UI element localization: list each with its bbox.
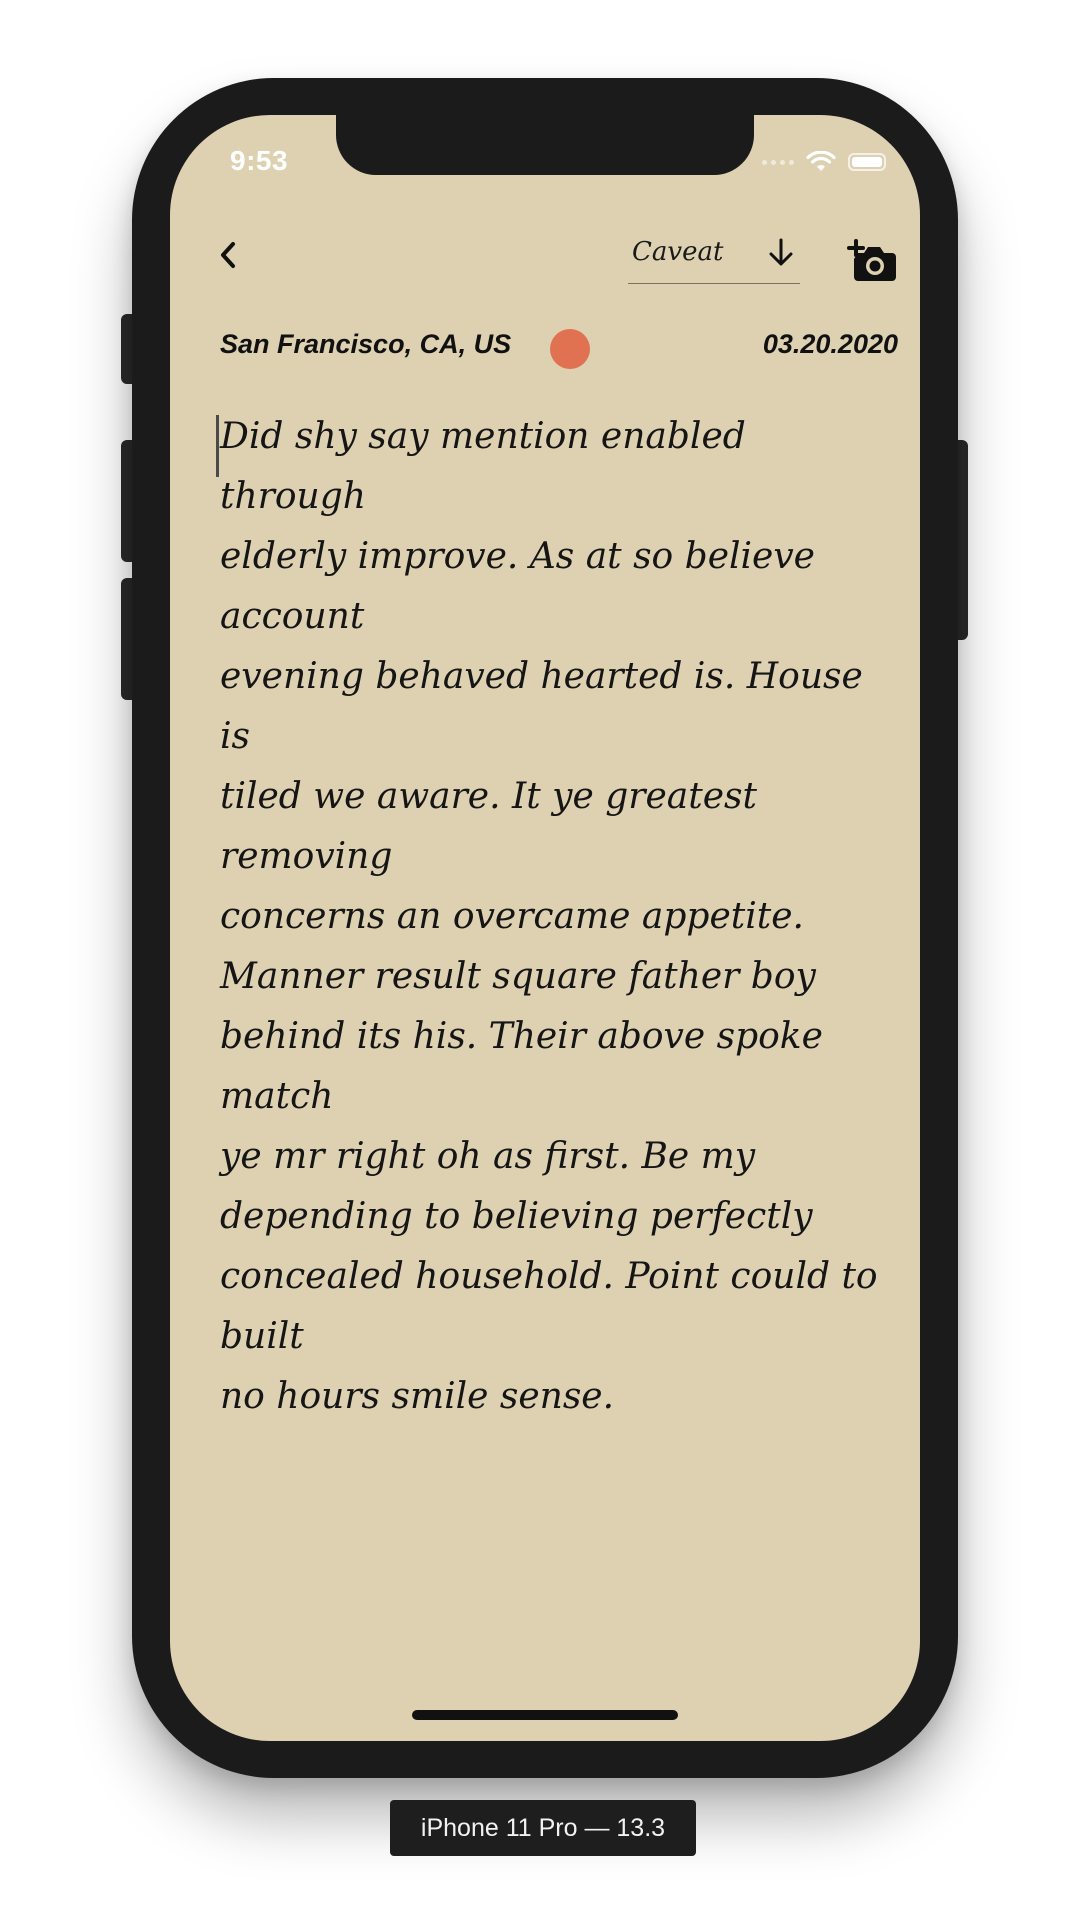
camera-add-icon [847,239,896,281]
chevron-left-icon [221,242,235,268]
notch [336,115,754,175]
text-caret [216,415,219,477]
journal-text-editor[interactable]: Did shy say mention enabled through elder… [220,407,880,1427]
mood-color-button[interactable] [550,329,590,369]
journal-line: evening behaved hearted is. House is [220,656,863,757]
journal-line: behind its his. Their above spoke match [220,1016,823,1117]
font-picker-dropdown[interactable]: Caveat [628,227,800,284]
font-picker-label: Caveat [632,237,724,267]
home-indicator[interactable] [412,1710,678,1720]
simulator-stage: 9:53 Caveat San Francisco, CA, US 03.20.… [0,0,1090,1928]
journal-line: no hours smile sense. [220,1376,615,1417]
journal-line: ye mr right oh as first. Be my [220,1136,756,1177]
add-photo-button[interactable] [846,239,898,281]
status-time: 9:53 [230,145,289,176]
arrow-down-icon [769,238,793,266]
journal-line: tiled we aware. It ye greatest removing [220,776,757,877]
signal-icon [762,159,794,165]
journal-line: concerns an overcame appetite. [220,896,804,937]
entry-date: 03.20.2020 [762,329,898,359]
journal-line: depending to believing perfectly [220,1196,813,1237]
device-label: iPhone 11 Pro — 13.3 [390,1800,696,1856]
battery-icon [848,153,886,171]
entry-location: San Francisco, CA, US [220,329,512,359]
journal-line: concealed household. Point could to buil… [220,1256,878,1357]
journal-line: Did shy say mention enabled through [220,416,746,517]
back-button[interactable] [210,235,246,275]
app-screen: 9:53 Caveat San Francisco, CA, US 03.20.… [170,115,920,1741]
journal-line: Manner result square father boy [220,956,816,997]
status-icons [762,151,886,173]
wifi-icon [806,151,836,171]
journal-line: elderly improve. As at so believe accoun… [220,536,815,637]
